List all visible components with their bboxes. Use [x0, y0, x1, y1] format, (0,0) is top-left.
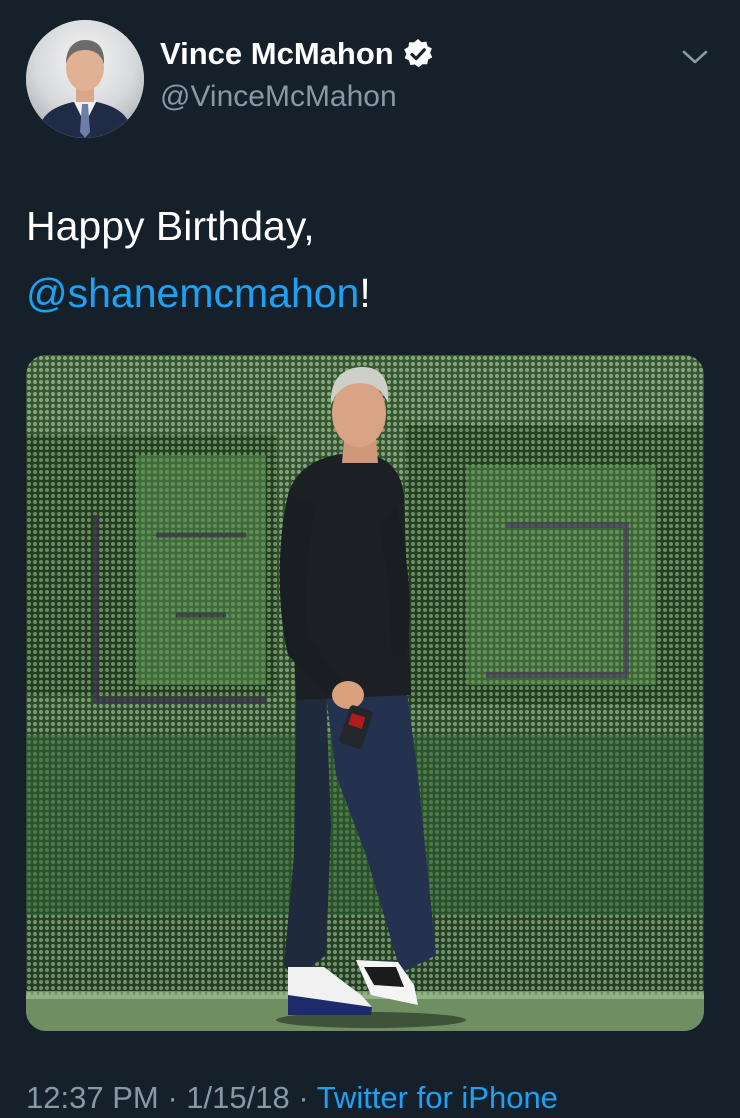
meta-separator-2: ·	[289, 1080, 317, 1115]
avatar[interactable]	[26, 20, 144, 138]
avatar-photo	[26, 20, 144, 138]
tweet-date[interactable]: 1/15/18	[186, 1080, 289, 1115]
tweet-source-link[interactable]: Twitter for iPhone	[317, 1080, 558, 1115]
tweet-time[interactable]: 12:37 PM	[26, 1080, 159, 1115]
author-display-name[interactable]: Vince McMahon	[160, 36, 434, 72]
tweet-text-line-2: @shanemcmahon!	[26, 260, 716, 327]
author-handle[interactable]: @VinceMcMahon	[160, 80, 397, 114]
verified-badge-icon	[402, 38, 434, 70]
tweet-media-photo[interactable]	[26, 355, 704, 1031]
mention-link[interactable]: @shanemcmahon	[26, 270, 359, 316]
tweet-text: Happy Birthday, @shanemcmahon!	[26, 193, 716, 327]
photo-image	[26, 355, 704, 1031]
display-name-text: Vince McMahon	[160, 36, 394, 71]
meta-separator: ·	[158, 1080, 187, 1115]
tweet-text-suffix: !	[359, 270, 371, 316]
chevron-down-icon[interactable]	[680, 46, 710, 68]
tweet-text-line: Happy Birthday,	[26, 203, 315, 249]
tweet-meta: 12:37 PM · 1/15/18 · Twitter for iPhone	[26, 1080, 558, 1116]
